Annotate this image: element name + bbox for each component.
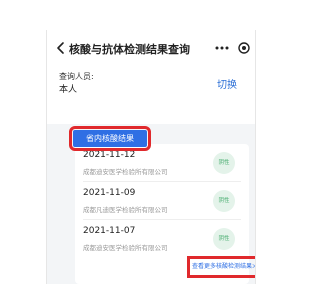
query-person-name: 本人 (59, 85, 78, 95)
result-status-badge: 阴性 (213, 152, 235, 174)
result-status-badge: 阴性 (213, 190, 235, 212)
more-dots-icon[interactable] (214, 45, 230, 51)
query-person-label: 查询人员: (59, 72, 94, 81)
title-bar: 核酸与抗体检测结果查询 (47, 30, 255, 68)
switch-person-link[interactable]: 切换 (217, 76, 237, 91)
tab-provincial-nucleic-results[interactable]: 省内核酸结果 (69, 126, 151, 151)
result-date: 2021-11-09 (83, 188, 136, 198)
result-status-badge: 阴性 (213, 228, 235, 250)
result-date: 2021-11-07 (83, 226, 136, 236)
result-row[interactable]: 2021-11-07 成都迪安医学检验所有限公司 阴性 (75, 220, 249, 258)
query-person-section: 查询人员: 本人 切换 (47, 68, 255, 124)
result-lab: 成都迪安医学检验所有限公司 (83, 168, 168, 176)
view-more-results-link[interactable]: 查看更多核酸检测结果>> (187, 256, 255, 278)
close-circle-icon[interactable] (238, 42, 250, 54)
result-lab: 成都凡迪医学检验所有限公司 (83, 206, 168, 214)
result-lab: 成都迪安医学检验所有限公司 (83, 244, 168, 252)
back-arrow-icon[interactable] (55, 41, 67, 55)
phone-screen: 核酸与抗体检测结果查询 查询人员: 本人 切换 2021-11-12 成都迪安医… (46, 30, 256, 284)
page-title: 核酸与抗体检测结果查询 (69, 43, 190, 56)
result-row[interactable]: 2021-11-09 成都凡迪医学检验所有限公司 阴性 (75, 182, 249, 220)
result-date: 2021-11-12 (83, 150, 136, 160)
result-row[interactable]: 2021-11-12 成都迪安医学检验所有限公司 阴性 (75, 144, 249, 182)
